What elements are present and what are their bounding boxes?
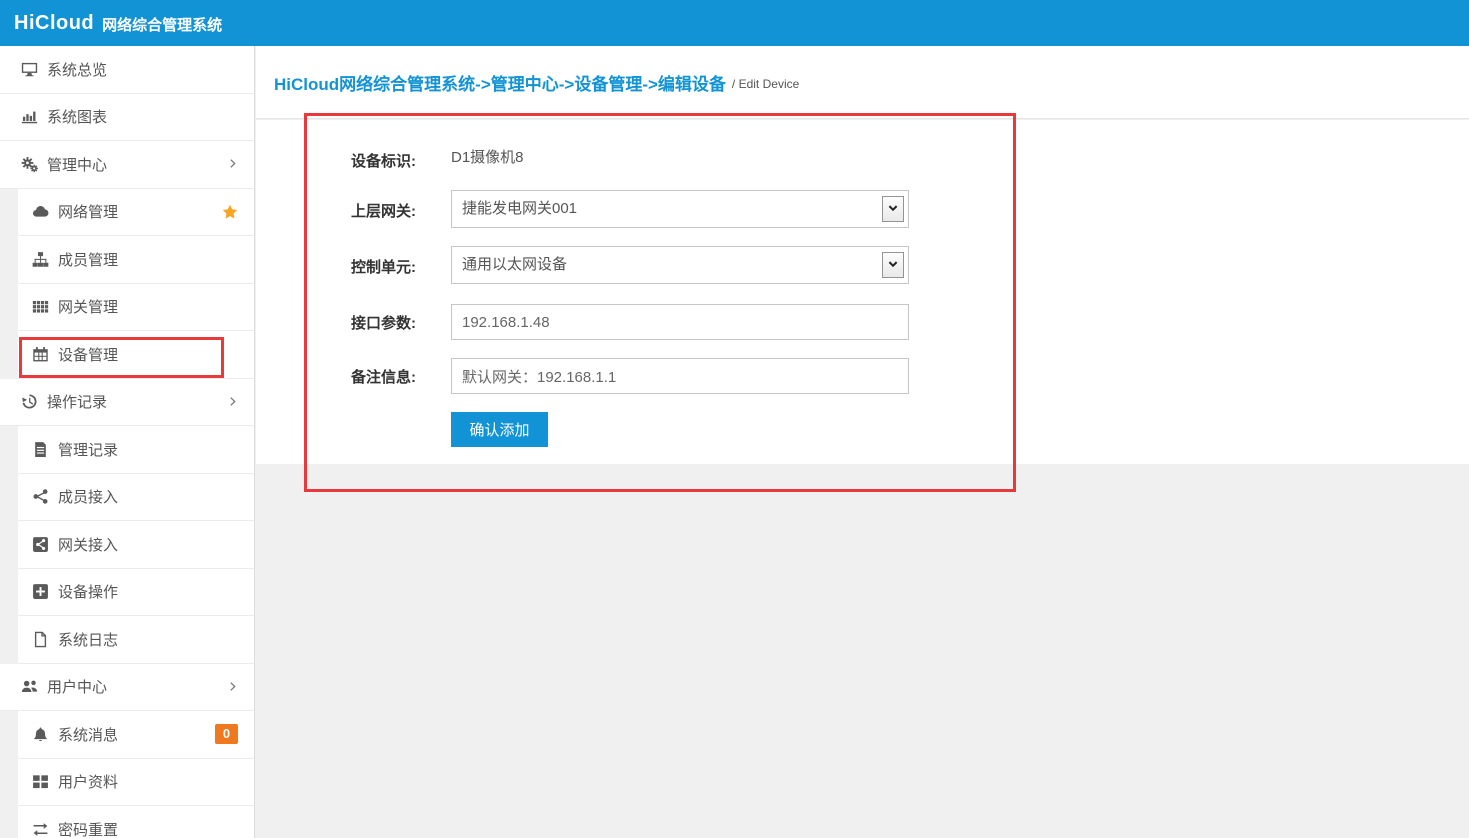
file-icon [32, 631, 49, 648]
remarks-input[interactable] [451, 358, 909, 394]
breadcrumb-bar: HiCloud网络综合管理系统->管理中心->设备管理->编辑设备 / Edit… [256, 46, 1469, 119]
exchange-icon [32, 821, 49, 838]
sidebar-item-label: 管理中心 [47, 154, 254, 175]
th-large-icon [32, 773, 49, 790]
bell-icon [32, 726, 49, 743]
sidebar-item-system-charts[interactable]: 系统图表 [0, 94, 254, 142]
cogs-icon [21, 156, 38, 173]
sidebar-item-management-center[interactable]: 管理中心 [0, 141, 254, 189]
sidebar-item-member-access[interactable]: 成员接入 [18, 474, 254, 522]
parent-gateway-select[interactable]: 捷能发电网关001 [451, 190, 909, 228]
plus-square-icon [32, 583, 49, 600]
sidebar-item-label: 设备管理 [58, 344, 254, 365]
control-unit-label: 控制单元: [351, 256, 451, 277]
breadcrumb-subtitle: / Edit Device [732, 73, 799, 91]
star-icon[interactable] [222, 204, 238, 220]
chevron-right-icon [227, 157, 241, 171]
control-unit-selected-value: 通用以太网设备 [462, 247, 567, 283]
sidebar-item-label: 网关管理 [58, 296, 254, 317]
sidebar-item-network-management[interactable]: 网络管理 [18, 189, 254, 237]
breadcrumb: HiCloud网络综合管理系统->管理中心->设备管理->编辑设备 [274, 70, 726, 95]
sidebar-item-label: 系统总览 [47, 59, 254, 80]
sidebar-item-password-reset[interactable]: 密码重置 [18, 806, 254, 838]
desktop-icon [21, 61, 38, 78]
sidebar-menu: 系统总览系统图表管理中心网络管理成员管理网关管理设备管理操作记录管理记录成员接入… [0, 46, 255, 838]
share-icon [32, 488, 49, 505]
sidebar-item-label: 用户中心 [47, 676, 254, 697]
chevron-down-icon[interactable] [882, 196, 904, 222]
users-icon [21, 678, 38, 695]
bar-chart-icon [21, 108, 38, 125]
remarks-label: 备注信息: [351, 366, 451, 387]
share-square-icon [32, 536, 49, 553]
sidebar-item-label: 系统日志 [58, 629, 254, 650]
sidebar-item-device-operation[interactable]: 设备操作 [18, 569, 254, 617]
history-icon [21, 393, 38, 410]
sitemap-icon [32, 251, 49, 268]
sidebar-item-label: 成员接入 [58, 486, 254, 507]
sidebar-item-device-management[interactable]: 设备管理 [18, 331, 254, 379]
sidebar-item-system-logs[interactable]: 系统日志 [18, 616, 254, 664]
edit-device-form: 设备标识: D1摄像机8 上层网关: 捷能发电网关001 控制单元: 通用以太网… [256, 120, 1469, 464]
parent-gateway-selected-value: 捷能发电网关001 [462, 191, 577, 227]
sidebar-item-user-profile[interactable]: 用户资料 [18, 759, 254, 807]
app-title: 网络综合管理系统 [102, 12, 222, 35]
interface-params-input[interactable] [451, 304, 909, 340]
sidebar-item-management-records[interactable]: 管理记录 [18, 426, 254, 474]
sidebar-item-system-messages[interactable]: 系统消息0 [18, 711, 254, 759]
sidebar-item-gateway-access[interactable]: 网关接入 [18, 521, 254, 569]
grid-icon [32, 298, 49, 315]
chevron-right-icon [227, 395, 241, 409]
chevron-right-icon [227, 680, 241, 694]
cloud-icon [32, 203, 49, 220]
chevron-down-icon[interactable] [882, 252, 904, 278]
sidebar-item-system-overview[interactable]: 系统总览 [0, 46, 254, 94]
interface-params-label: 接口参数: [351, 312, 451, 333]
app-logo: HiCloud [14, 12, 94, 35]
device-id-value: D1摄像机8 [451, 146, 524, 167]
control-unit-select[interactable]: 通用以太网设备 [451, 246, 909, 284]
sidebar-item-label: 操作记录 [47, 391, 254, 412]
calendar-icon [32, 346, 49, 363]
confirm-add-button[interactable]: 确认添加 [451, 412, 548, 447]
sidebar-item-label: 用户资料 [58, 771, 254, 792]
sidebar-item-operation-records[interactable]: 操作记录 [0, 379, 254, 427]
sidebar-item-label: 密码重置 [58, 819, 254, 838]
sidebar-item-label: 系统图表 [47, 106, 254, 127]
parent-gateway-label: 上层网关: [351, 200, 451, 221]
file-text-icon [32, 441, 49, 458]
sidebar-item-label: 成员管理 [58, 249, 254, 270]
device-id-label: 设备标识: [351, 150, 451, 171]
sidebar-item-user-center[interactable]: 用户中心 [0, 664, 254, 712]
app-header: HiCloud 网络综合管理系统 [0, 0, 1469, 46]
notification-badge: 0 [215, 724, 238, 744]
sidebar-item-label: 网关接入 [58, 534, 254, 555]
sidebar-item-label: 设备操作 [58, 581, 254, 602]
sidebar-item-gateway-management[interactable]: 网关管理 [18, 284, 254, 332]
sidebar-item-label: 管理记录 [58, 439, 254, 460]
sidebar-item-member-management[interactable]: 成员管理 [18, 236, 254, 284]
